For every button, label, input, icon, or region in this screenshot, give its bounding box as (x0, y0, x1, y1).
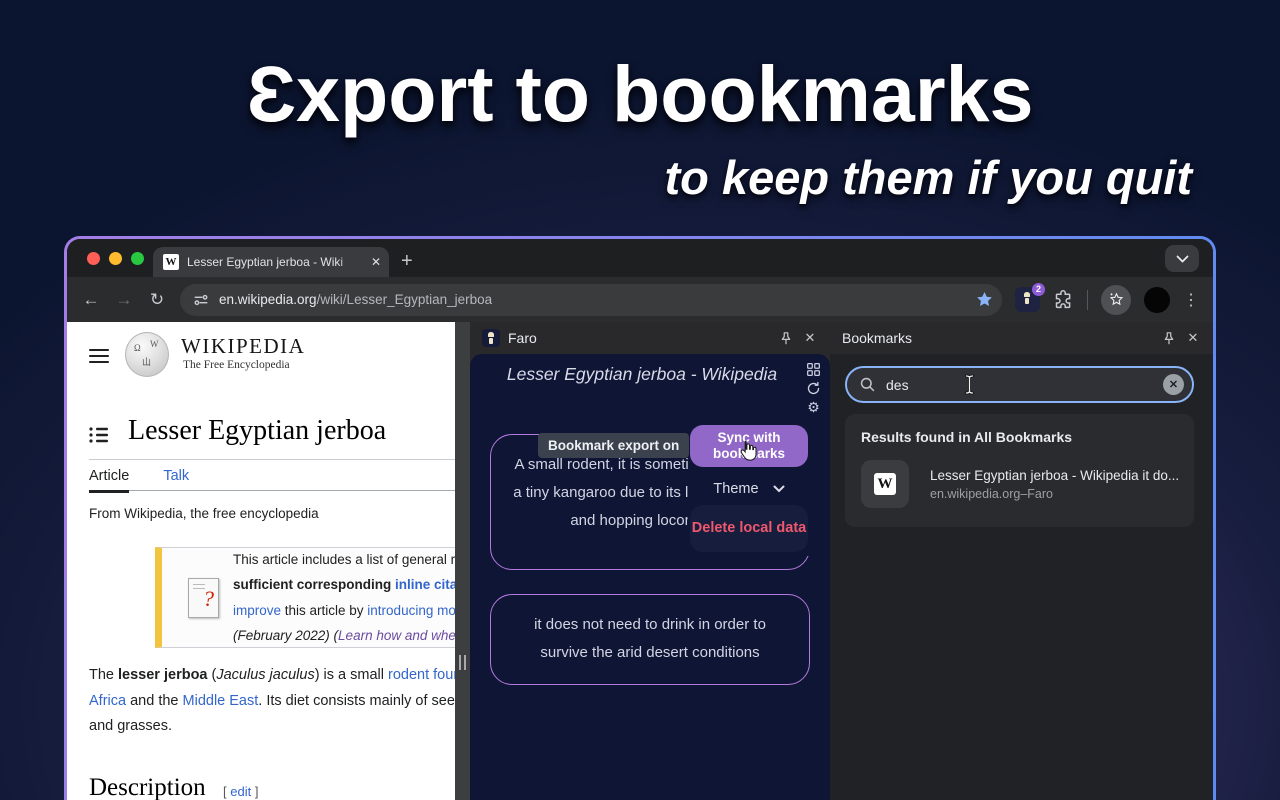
browser-window: W Lesser Egyptian jerboa - Wiki ✕ + ← → … (64, 236, 1216, 800)
delete-local-data-button[interactable]: Delete local data (690, 505, 808, 552)
notice-text: This article includes a list of general … (233, 547, 455, 649)
hamburger-menu-icon[interactable] (89, 349, 109, 363)
faro-panel-title: Faro (508, 330, 770, 346)
faro-page-title: Lesser Egyptian jerboa - Wikipedia (506, 360, 778, 388)
profile-avatar[interactable] (1144, 287, 1170, 313)
traffic-lights (87, 252, 144, 265)
result-url: en.wikipedia.org–Faro (930, 487, 1178, 501)
address-bar[interactable]: en.wikipedia.org/wiki/Lesser_Egyptian_je… (180, 284, 1002, 316)
faro-side-panel: Faro ✕ Lesser Egyptian jerboa - Wikipedi… (470, 322, 830, 800)
bookmarks-panel-header: Bookmarks ✕ (830, 322, 1213, 354)
hand-cursor-icon (736, 439, 758, 463)
zoom-window-button[interactable] (131, 252, 144, 265)
wikipedia-wordmark[interactable]: WIKIPEDIA (181, 334, 305, 359)
search-icon (859, 376, 876, 393)
wikipedia-favicon-icon: W (874, 473, 896, 495)
wikipedia-page: ΩW山 WIKIPEDIA The Free Encyclopedia Less… (67, 322, 455, 800)
hero-title: Ɛxport to bookmarks (0, 48, 1280, 140)
wikipedia-tagline: The Free Encyclopedia (183, 359, 290, 371)
tab-article[interactable]: Article (89, 468, 129, 493)
browser-tab[interactable]: W Lesser Egyptian jerboa - Wiki ✕ (153, 247, 389, 277)
search-value: des (886, 377, 1153, 393)
side-panel-resize-divider[interactable] (455, 322, 470, 800)
bookmarks-panel-title: Bookmarks (842, 330, 1153, 346)
theme-menu-item[interactable]: Theme (688, 477, 810, 501)
tab-title: Lesser Egyptian jerboa - Wiki (187, 255, 363, 269)
result-title: Lesser Egyptian jerboa - Wikipedia it do… (930, 468, 1178, 483)
new-tab-button[interactable]: + (401, 247, 413, 275)
ibeam-cursor-icon (964, 374, 975, 395)
wikipedia-globe-logo[interactable]: ΩW山 (125, 332, 169, 377)
back-button[interactable]: ← (81, 290, 101, 310)
article-tabs: Article Talk (89, 468, 455, 491)
clear-search-button[interactable]: ✕ (1163, 374, 1184, 395)
note-card[interactable]: it does not need to drink in order to su… (490, 594, 810, 685)
edit-section-link[interactable]: [ edit ] (223, 784, 258, 799)
faro-panel-header: Faro ✕ (470, 322, 830, 354)
browser-toolbar: ← → ↻ en.wikipedia.org/wiki/Lesser_Egypt… (67, 277, 1213, 322)
site-info-icon[interactable] (192, 291, 210, 309)
faro-extension-icon[interactable]: 2 (1015, 287, 1040, 312)
article-lead-paragraph: The lesser jerboa (Jaculus jaculus) is a… (89, 663, 455, 740)
tab-list-chevron-button[interactable] (1165, 245, 1199, 272)
results-heading: Results found in All Bookmarks (861, 429, 1178, 445)
contents-list-icon[interactable] (89, 426, 109, 444)
tab-strip: W Lesser Egyptian jerboa - Wiki ✕ + (67, 239, 1213, 277)
close-panel-icon[interactable]: ✕ (1185, 330, 1201, 346)
browser-menu-button[interactable]: ⋮ (1183, 290, 1199, 310)
pin-icon[interactable] (778, 330, 794, 346)
settings-gear-icon[interactable]: ⚙ (807, 400, 820, 414)
bookmarks-search-input[interactable]: des ✕ (845, 366, 1194, 403)
side-panel-star-button[interactable] (1101, 285, 1131, 315)
faro-app-icon (482, 329, 500, 347)
resize-handle[interactable] (459, 655, 466, 670)
article-title: Lesser Egyptian jerboa (128, 415, 386, 447)
tab-close-icon[interactable]: ✕ (371, 255, 381, 269)
cards-grid-icon[interactable] (806, 362, 821, 377)
close-window-button[interactable] (87, 252, 100, 265)
bookmark-export-tooltip: Bookmark export on (538, 433, 689, 458)
pin-icon[interactable] (1161, 330, 1177, 346)
bookmarks-side-panel: Bookmarks ✕ des ✕ Results found in All B… (830, 322, 1213, 800)
reload-button[interactable]: ↻ (147, 290, 167, 310)
citation-notice-box: ? This article includes a list of genera… (155, 547, 455, 648)
search-results-card: Results found in All Bookmarks W Lesser … (845, 414, 1194, 527)
result-favicon-tile: W (861, 460, 909, 508)
heading-rule (89, 459, 455, 460)
from-wikipedia-line: From Wikipedia, the free encyclopedia (89, 506, 319, 521)
extensions-puzzle-icon[interactable] (1053, 289, 1074, 310)
toolbar-separator (1087, 290, 1088, 310)
faro-toolbar: ⚙ (806, 362, 821, 414)
chevron-down-icon (1176, 255, 1189, 263)
hero-subtitle: to keep them if you quit (665, 150, 1192, 205)
tab-talk[interactable]: Talk (163, 468, 189, 490)
minimize-window-button[interactable] (109, 252, 122, 265)
lighthouse-icon (1024, 292, 1030, 304)
close-panel-icon[interactable]: ✕ (802, 330, 818, 346)
bookmark-result-item[interactable]: W Lesser Egyptian jerboa - Wikipedia it … (861, 460, 1178, 508)
forward-button[interactable]: → (114, 290, 134, 310)
faro-panel-body: Lesser Egyptian jerboa - Wikipedia ⚙ A s… (470, 354, 830, 800)
section-heading: Description (89, 774, 206, 800)
bookmark-star-icon[interactable] (975, 290, 994, 309)
question-mark-document-icon: ? (188, 578, 219, 618)
sparkle-star-icon (1108, 291, 1125, 308)
url-text: en.wikipedia.org/wiki/Lesser_Egyptian_je… (219, 292, 492, 307)
bookmarks-panel-body: des ✕ Results found in All Bookmarks W L… (830, 354, 1213, 800)
sync-refresh-icon[interactable] (806, 381, 821, 396)
chevron-down-icon (773, 485, 785, 493)
extension-badge: 2 (1032, 283, 1045, 296)
wikipedia-favicon-icon: W (163, 254, 179, 270)
